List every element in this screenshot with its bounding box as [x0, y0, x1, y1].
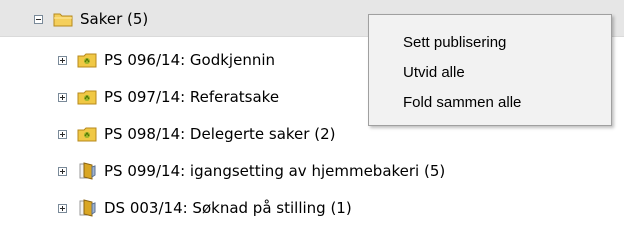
expand-toggle-icon[interactable]: [58, 129, 67, 139]
tree-item-ps-099[interactable]: PS 099/14: igangsetting av hjemmebakeri …: [58, 156, 445, 186]
expand-toggle-icon[interactable]: [58, 203, 67, 213]
tree-root-node[interactable]: Saker (5): [34, 4, 148, 34]
tree-item-ds-003[interactable]: DS 003/14: Søknad på stilling (1): [58, 193, 352, 223]
tree-item-label: PS 097/14: Referatsake: [104, 88, 280, 106]
expand-toggle-icon[interactable]: [58, 166, 67, 176]
menu-item-utvid-alle[interactable]: Utvid alle: [369, 59, 611, 87]
tree-item-label: PS 096/14: Godkjennin: [104, 51, 276, 69]
expand-toggle-icon[interactable]: [58, 92, 67, 102]
tree-item-ps-097[interactable]: PS 097/14: Referatsake: [58, 82, 279, 112]
tree-item-label: PS 098/14: Delegerte saker (2): [104, 125, 336, 143]
menu-item-fold-sammen-alle[interactable]: Fold sammen alle: [369, 89, 611, 117]
document-folder-icon: [77, 199, 97, 217]
document-folder-icon: [77, 162, 97, 180]
menu-item-sett-publisering[interactable]: Sett publisering: [369, 29, 611, 57]
expand-toggle-icon[interactable]: [58, 55, 67, 65]
context-menu: Sett publisering Utvid alle Fold sammen …: [368, 14, 612, 126]
tree-item-label: DS 003/14: Søknad på stilling (1): [104, 199, 352, 217]
tree-item-ps-098[interactable]: PS 098/14: Delegerte saker (2): [58, 119, 335, 149]
tree-root-label: Saker (5): [80, 10, 149, 28]
tree-item-ps-096[interactable]: PS 096/14: Godkjennin: [58, 45, 275, 75]
case-folder-icon: [77, 125, 97, 143]
folder-icon: [53, 10, 73, 28]
tree-item-label: PS 099/14: igangsetting av hjemmebakeri …: [104, 162, 446, 180]
collapse-toggle-icon[interactable]: [34, 14, 43, 24]
case-folder-icon: [77, 88, 97, 106]
case-folder-icon: [77, 51, 97, 69]
